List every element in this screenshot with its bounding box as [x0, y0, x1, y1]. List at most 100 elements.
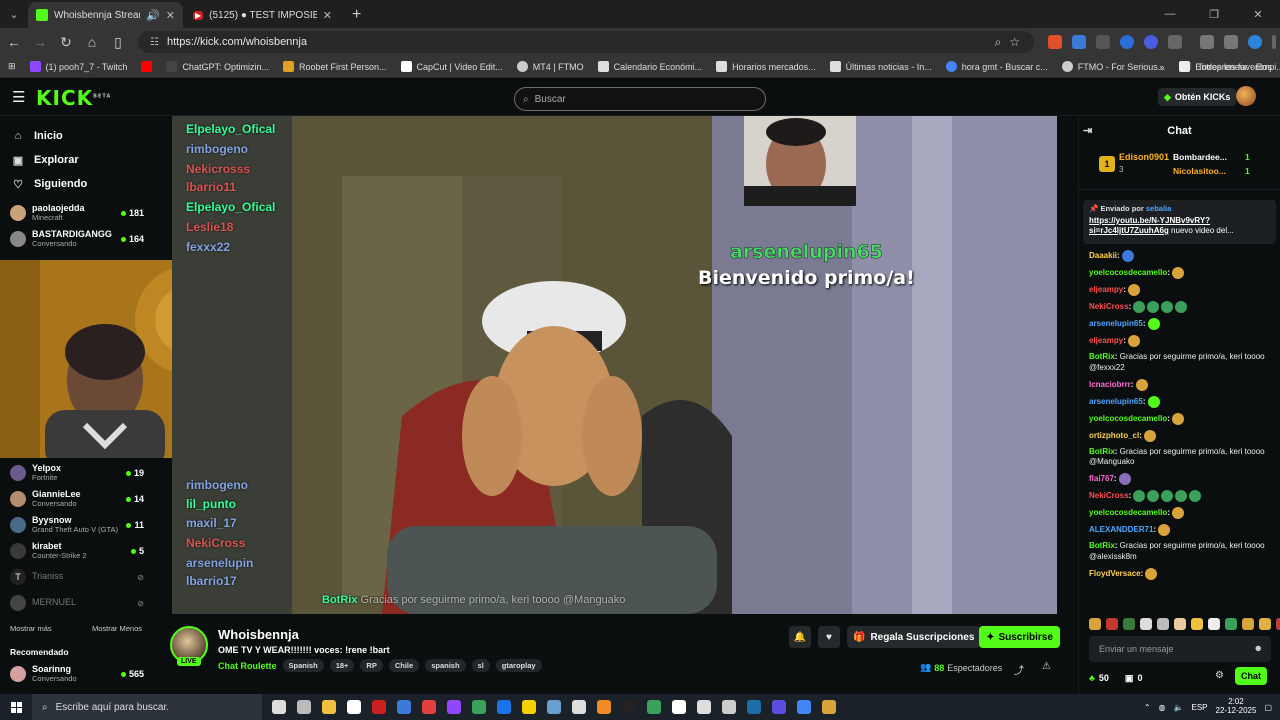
chat-username[interactable]: BotRix [1089, 541, 1115, 550]
taskbar-app-icon[interactable] [647, 700, 661, 714]
sidebar-channel[interactable]: paolaojedda Minecraft 181 [0, 200, 152, 226]
clock[interactable]: 2:02 22-12-2025 [1216, 697, 1257, 716]
tab-search-icon[interactable]: ⌄ [0, 0, 28, 28]
taskbar-app-icon[interactable] [572, 700, 586, 714]
bookmark[interactable]: Horarios mercados... [716, 61, 816, 72]
taskbar-app-icon[interactable] [672, 700, 686, 714]
chat-username[interactable]: yoelcocosdecamello [1089, 414, 1167, 423]
menu-icon[interactable]: ☰ [12, 88, 25, 106]
taskbar-app-icon[interactable] [797, 700, 811, 714]
user-avatar[interactable] [1236, 86, 1256, 106]
taskbar-app-icon[interactable] [597, 700, 611, 714]
leaderboard-user[interactable]: Bombardee... [1173, 152, 1227, 162]
stream-tag[interactable]: Spanish [282, 659, 324, 672]
emoji-icon[interactable]: ☻ [1254, 643, 1263, 653]
bookmark-star-icon[interactable]: ☆ [1009, 35, 1020, 49]
site-info-icon[interactable]: ☷ [150, 37, 159, 48]
chat-username[interactable]: yoelcocosdecamello [1089, 268, 1167, 277]
chat-settings-icon[interactable]: ⚙ [1215, 670, 1224, 681]
bookmark[interactable]: Roobet First Person... [282, 61, 387, 72]
bookmark[interactable]: Últimas noticias - In... [829, 61, 932, 72]
video-player[interactable]: Elpelayo_Ofical rimbogeno Nekicrosss lba… [172, 116, 1057, 614]
extension-icon[interactable] [1048, 35, 1062, 49]
send-chat-button[interactable]: Chat [1235, 667, 1267, 685]
extension-icon[interactable] [1096, 35, 1110, 49]
sidebar-channel[interactable]: Yelpox Fortnite 19 [0, 460, 152, 486]
emote-icon[interactable] [1140, 618, 1152, 630]
chevron-up-icon[interactable]: ⌃ [1144, 703, 1151, 712]
bookmark[interactable]: FTMO - For Serious... [1061, 61, 1165, 72]
profile-icon[interactable] [1248, 35, 1262, 49]
taskbar-app-icon[interactable] [722, 700, 736, 714]
collapse-chat-icon[interactable]: ⇥ [1083, 124, 1092, 137]
emote-icon[interactable] [1225, 618, 1237, 630]
nav-explore[interactable]: ▣ Explorar [0, 148, 152, 172]
forward-icon[interactable]: → [28, 30, 52, 54]
network-icon[interactable]: ◍ [1159, 703, 1166, 712]
chat-username[interactable]: BotRix [1089, 447, 1115, 456]
emote-icon[interactable] [1106, 618, 1118, 630]
gift-balance[interactable]: ▣ 0 [1125, 673, 1143, 684]
sidebar-channel[interactable]: BASTARDIGANGG Conversando 164 [0, 226, 152, 252]
windows-start-icon[interactable] [0, 694, 32, 720]
bookmark[interactable]: ChatGPT: Optimizin... [166, 61, 269, 72]
close-window-icon[interactable]: ✕ [1236, 0, 1280, 28]
all-bookmarks[interactable]: » 🗀 Todos los favoritos [1159, 56, 1272, 78]
kicks-balance[interactable]: ♣ 50 [1089, 673, 1109, 683]
show-less-button[interactable]: Mostrar Menos [92, 624, 142, 633]
emote-icon[interactable] [1089, 618, 1101, 630]
gift-subs-button[interactable]: 🎁 Regala Suscripciones [847, 626, 981, 648]
taskbar-app-icon[interactable] [397, 700, 411, 714]
follow-button[interactable]: ♥ [818, 626, 840, 648]
download-icon[interactable] [1200, 35, 1214, 49]
taskbar-app-icon[interactable] [697, 700, 711, 714]
extension-icon[interactable] [1120, 35, 1134, 49]
chat-username[interactable]: NekiCross [1089, 491, 1129, 500]
search-input[interactable]: ⌕ Buscar [514, 87, 766, 111]
chat-username[interactable]: arsenelupin65 [1089, 319, 1143, 328]
notifications-icon[interactable]: ▢ [1264, 703, 1272, 712]
bookmark[interactable]: MT4 | FTMO [516, 61, 584, 72]
bookmark[interactable]: hora gmt - Buscar c... [945, 61, 1048, 72]
taskbar-app-icon[interactable] [472, 700, 486, 714]
taskbar-app-icon[interactable] [522, 700, 536, 714]
bookmark[interactable]: (1) pooh7_7 - Twitch [29, 61, 127, 72]
sidebar-channel-offline[interactable]: T Trianiss ⊘ [0, 564, 152, 590]
back-icon[interactable]: ← [2, 30, 26, 54]
puzzle-icon[interactable] [1168, 35, 1182, 49]
emote-icon[interactable] [1123, 618, 1135, 630]
taskbar-app-icon[interactable] [497, 700, 511, 714]
restore-icon[interactable]: ❐ [1192, 0, 1236, 28]
chevron-right-icon[interactable]: » [1159, 62, 1164, 72]
chat-username[interactable]: yoelcocosdecamello [1089, 508, 1167, 517]
sidebar-channel[interactable]: kirabet Counter-Strike 2 5 [0, 538, 152, 564]
chat-username[interactable]: Daaakii [1089, 251, 1117, 260]
bookmark[interactable] [141, 61, 153, 72]
emote-icon[interactable] [1276, 618, 1280, 630]
emote-icon[interactable] [1191, 618, 1203, 630]
taskbar-app-icon[interactable] [372, 700, 386, 714]
taskbar-app-icon[interactable] [747, 700, 761, 714]
sidepanel-icon[interactable]: ▯ [106, 30, 130, 54]
notification-bell-button[interactable]: 🔔 [789, 626, 811, 648]
stream-category[interactable]: Chat Roulette [218, 661, 277, 671]
taskbar-app-icon[interactable] [772, 700, 786, 714]
taskbar-app-icon[interactable] [272, 700, 286, 714]
home-icon[interactable]: ⌂ [80, 30, 104, 54]
show-more-button[interactable]: Mostrar más [10, 624, 52, 633]
browser-tab-active[interactable]: Whoisbennja Stream - Watc 🔊 ✕ [28, 2, 183, 28]
sidebar-channel-offline[interactable]: MERNUEL ⊘ [0, 590, 152, 616]
taskbar-app-icon[interactable] [447, 700, 461, 714]
chat-username[interactable]: arsenelupin65 [1089, 397, 1143, 406]
chat-username[interactable]: FloydVersace [1089, 569, 1141, 578]
stream-tag[interactable]: 18+ [329, 659, 355, 672]
bookmark[interactable]: Calendario Económi... [597, 61, 702, 72]
address-bar[interactable]: ☷ https://kick.com/whoisbennja ⌕ ☆ [138, 31, 1034, 53]
kick-logo[interactable]: KICKBETA [36, 86, 111, 110]
taskbar-app-icon[interactable] [297, 700, 311, 714]
chat-username[interactable]: lcnaciobrrr [1089, 380, 1131, 389]
stream-tag[interactable]: Chile [388, 659, 420, 672]
leaderboard-top-user[interactable]: Edison0901 [1119, 152, 1169, 162]
chat-username[interactable]: ortizphoto_cl [1089, 431, 1139, 440]
extension-icon[interactable] [1144, 35, 1158, 49]
